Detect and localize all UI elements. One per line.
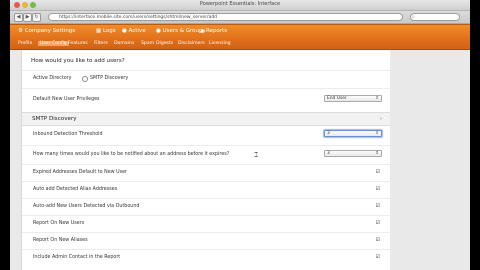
check-row: Auto add Detected Alias Addresses ☑	[22, 181, 390, 199]
chevron-updown-icon: ⇕	[375, 96, 379, 101]
checkbox-checked[interactable]: ☑	[376, 186, 380, 192]
nav-label: Active	[128, 28, 146, 34]
notify-times-label: How many times would you like to be noti…	[33, 152, 230, 157]
window-title: Powerpoint Essentials: Interface	[199, 1, 281, 7]
subnav-domains[interactable]: Domains	[114, 41, 134, 46]
add-users-options-row: Active Directory SMTP Discovery	[22, 70, 390, 87]
checkbox-checked[interactable]: ☑	[376, 237, 380, 243]
add-users-question: How would you like to add users?	[31, 58, 125, 64]
back-button[interactable]: ◀	[14, 13, 23, 22]
nav-label: Reports	[205, 28, 228, 34]
inbound-threshold-label: Inbound Detection Threshold	[33, 132, 103, 137]
main-nav: ⚙ Company Settings ▦ Logs ● Active ● Use…	[10, 24, 470, 39]
nav-reports[interactable]: ▲ Reports	[200, 28, 227, 34]
nav-active[interactable]: ● Active	[122, 28, 146, 34]
subnav-profile[interactable]: Profile	[18, 41, 32, 46]
search-field[interactable]	[410, 13, 460, 21]
title-bar: Powerpoint Essentials: Interface	[10, 0, 470, 11]
reload-button[interactable]: ↻	[32, 13, 41, 22]
page-margin	[390, 50, 470, 270]
browser-toolbar: ◀ ▶ ↻ ● https://interface.mobile.site.co…	[10, 11, 470, 24]
checkbox-checked[interactable]: ☑	[376, 169, 380, 175]
notify-times-value: 3	[327, 151, 330, 156]
check-label: Expired Addresses Default to New User	[33, 170, 128, 175]
checkbox-checked[interactable]: ☑	[376, 203, 380, 209]
collapse-arrow-icon: ›	[380, 116, 382, 122]
settings-panel: How would you like to add users? Active …	[21, 50, 391, 270]
browser-window: Powerpoint Essentials: Interface ◀ ▶ ↻ ●…	[10, 0, 470, 270]
subnav-spam[interactable]: Spam	[141, 41, 154, 46]
smtp-discovery-section-header[interactable]: SMTP Discovery ›	[22, 112, 390, 126]
address-bar[interactable]: https://interface.mobile.site.com/users/…	[48, 13, 403, 21]
check-row: Auto-add New Users Detected via Outbound…	[22, 198, 390, 216]
nav-label: Users & Groups	[162, 28, 206, 34]
check-label: Auto-add New Users Detected via Outbound	[33, 204, 140, 209]
check-label: Report On New Aliases	[33, 238, 88, 243]
nav-logs[interactable]: ▦ Logs	[96, 28, 116, 34]
check-label: Report On New Users	[33, 221, 85, 226]
default-privileges-value: End User	[327, 96, 347, 101]
notify-times-select[interactable]: 3 ⇕	[324, 150, 382, 157]
magnifier-icon: ⌕	[412, 14, 415, 20]
inbound-threshold-value: 3	[327, 131, 330, 136]
subnav-licensing[interactable]: Licensing	[209, 41, 231, 46]
nav-users-groups[interactable]: ● Users & Groups	[156, 28, 205, 34]
subnav-digests[interactable]: Digests	[156, 41, 173, 46]
active-directory-label: Active Directory	[33, 76, 72, 81]
check-label: Auto add Detected Alias Addresses	[33, 187, 118, 192]
chevron-updown-icon: ⇕	[375, 131, 379, 136]
default-privileges-row: Default New User Privileges End User ⇕	[22, 88, 390, 109]
default-privileges-select[interactable]: End User ⇕	[324, 95, 382, 102]
default-privileges-label: Default New User Privileges	[33, 97, 100, 102]
nav-label: Logs	[102, 28, 116, 34]
checkbox-checked[interactable]: ☑	[376, 220, 380, 226]
chevron-updown-icon: ⇕	[375, 151, 379, 156]
checkbox-checked[interactable]: ☑	[376, 254, 380, 260]
mouse-cursor-icon: ⌶	[254, 151, 259, 159]
inbound-threshold-select[interactable]: 3 ⇕	[324, 130, 382, 137]
check-row: Report On New Aliases ☑	[22, 232, 390, 250]
sub-nav: Profile User Config Features Filters Dom…	[10, 39, 470, 50]
check-label: Include Admin Contact in the Report	[33, 255, 121, 260]
subnav-user-config[interactable]: User Config	[38, 41, 69, 46]
check-row: Include Admin Contact in the Report ☑	[22, 249, 390, 267]
active-directory-radio[interactable]	[82, 76, 88, 82]
check-row: Report On New Users ☑	[22, 215, 390, 233]
smtp-discovery-label: SMTP Discovery	[90, 76, 129, 81]
nav-company-settings[interactable]: ⚙ Company Settings	[18, 28, 75, 34]
section-title: SMTP Discovery	[32, 116, 77, 122]
check-row: Expired Addresses Default to New User ☑	[22, 164, 390, 182]
subnav-disclaimers[interactable]: Disclaimers	[178, 41, 205, 46]
forward-button[interactable]: ▶	[23, 13, 32, 22]
subnav-features[interactable]: Features	[68, 41, 88, 46]
nav-label: Company Settings	[24, 28, 76, 34]
inbound-threshold-row: Inbound Detection Threshold 3 ⇕	[22, 126, 390, 144]
notify-times-row: How many times would you like to be noti…	[22, 145, 390, 164]
subnav-filters[interactable]: Filters	[94, 41, 108, 46]
